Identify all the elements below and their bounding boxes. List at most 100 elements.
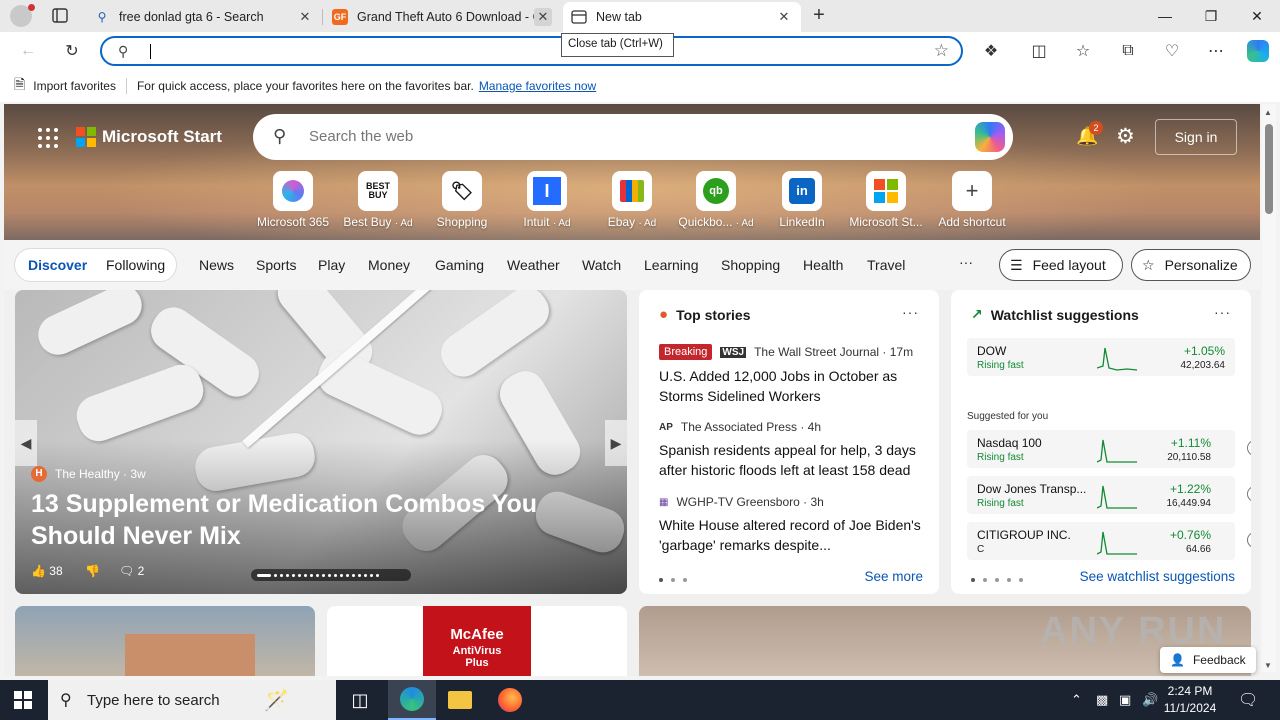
extensions-button[interactable]: ❖	[977, 37, 1005, 65]
featured-article-card[interactable]: ◀ ▶ H The Healthy · 3w 13 Supplement or …	[15, 290, 627, 594]
nav-shopping[interactable]: Shopping	[721, 257, 780, 273]
shortcut-intuit[interactable]: I Intuit · Ad	[505, 171, 589, 229]
personalize-button[interactable]: ☆ Personalize	[1131, 249, 1251, 281]
back-button[interactable]: ←	[14, 37, 42, 65]
add-to-watchlist-button[interactable]: +	[1247, 440, 1251, 456]
nav-weather[interactable]: Weather	[507, 257, 560, 273]
split-screen-button[interactable]: ◫	[1025, 37, 1053, 65]
nav-money[interactable]: Money	[368, 257, 410, 273]
nav-gaming[interactable]: Gaming	[435, 257, 484, 273]
favorite-star-icon[interactable]: ☆	[934, 41, 949, 61]
windows-start-icon[interactable]	[14, 691, 32, 709]
favorites-button[interactable]: ☆	[1069, 37, 1097, 65]
nav-watch[interactable]: Watch	[582, 257, 621, 273]
more-options-button[interactable]: ···	[902, 304, 919, 320]
sign-in-button[interactable]: Sign in	[1155, 119, 1237, 155]
carousel-prev-button[interactable]: ◀	[15, 420, 37, 466]
tab-search[interactable]: ⚲ free donlad gta 6 - Search ✕	[86, 2, 322, 32]
shortcut-ebay[interactable]: Ebay · Ad	[590, 171, 674, 229]
shortcut-microsoft-store[interactable]: Microsoft St...	[844, 171, 928, 229]
article-headline[interactable]: 13 Supplement or Medication Combos You S…	[31, 488, 611, 552]
file-explorer-icon[interactable]	[436, 680, 484, 720]
like-button[interactable]: 👍 38	[31, 564, 63, 578]
app-launcher-icon[interactable]	[38, 128, 58, 148]
more-options-button[interactable]: ···	[1214, 304, 1231, 320]
nav-travel[interactable]: Travel	[867, 257, 905, 273]
mcafee-ad-card[interactable]: McAfee AntiVirus Plus	[327, 606, 627, 676]
search-input[interactable]: Search the web	[309, 128, 413, 145]
add-shortcut-button[interactable]: + Add shortcut	[930, 171, 1014, 229]
scroll-up-icon[interactable]: ▲	[1264, 108, 1272, 117]
article-card-building[interactable]	[15, 606, 315, 676]
volume-icon[interactable]: 🔊	[1142, 692, 1158, 708]
story-headline[interactable]: U.S. Added 12,000 Jobs in October as Sto…	[659, 366, 924, 406]
nav-news[interactable]: News	[199, 257, 234, 273]
nav-learning[interactable]: Learning	[644, 257, 699, 273]
browser-essentials-button[interactable]: ♡	[1158, 37, 1186, 65]
scroll-thumb[interactable]	[1265, 124, 1273, 214]
pagination-dots[interactable]	[971, 578, 1023, 582]
comments-button[interactable]: 🗨 2	[119, 564, 144, 578]
nav-sports[interactable]: Sports	[256, 257, 296, 273]
firefox-icon[interactable]	[486, 680, 534, 720]
tab-actions-button[interactable]	[48, 6, 72, 26]
story-item[interactable]: ▦ WGHP-TV Greensboro · 3h White House al…	[659, 495, 924, 555]
collections-button[interactable]: ⧉	[1114, 37, 1142, 65]
copilot-icon[interactable]	[975, 122, 1005, 152]
tab-following[interactable]: Following	[106, 257, 165, 273]
add-to-watchlist-button[interactable]: +	[1247, 486, 1251, 502]
taskbar-search-box[interactable]: ⚲ Type here to search 🪄	[48, 680, 336, 720]
shortcut-best-buy[interactable]: BEST BUY Best Buy · Ad	[336, 171, 420, 229]
profile-avatar[interactable]	[10, 4, 35, 27]
stock-row[interactable]: Nasdaq 100 Rising fast +1.11% 20,110.58 …	[967, 430, 1251, 468]
nav-more-button[interactable]: ···	[959, 254, 973, 270]
close-window-button[interactable]: ✕	[1234, 0, 1280, 32]
device-icon[interactable]: ▩	[1096, 692, 1108, 708]
notification-center-icon[interactable]: 🗨	[1238, 690, 1258, 710]
close-tab-button[interactable]: ✕	[775, 8, 793, 26]
new-tab-button[interactable]: +	[808, 5, 830, 27]
tab-gta-download[interactable]: GF Grand Theft Auto 6 Download - G ✕	[324, 2, 560, 32]
close-tab-button[interactable]: ✕	[296, 8, 314, 26]
shortcut-linkedin[interactable]: in LinkedIn	[760, 171, 844, 229]
story-item[interactable]: AP The Associated Press · 4h Spanish res…	[659, 420, 924, 480]
import-favorites-button[interactable]: Import favorites	[33, 79, 116, 93]
refresh-button[interactable]: ↻	[58, 37, 86, 65]
close-tab-button[interactable]: ✕	[534, 8, 552, 26]
task-view-icon[interactable]: ◫	[336, 680, 384, 720]
shortcut-shopping[interactable]: 🏷 Shopping	[420, 171, 504, 229]
story-item[interactable]: Breaking WSJ The Wall Street Journal · 1…	[659, 344, 924, 406]
restore-button[interactable]: ❐	[1188, 0, 1234, 32]
feedback-button[interactable]: 👤 Feedback	[1160, 647, 1256, 673]
stock-row[interactable]: DOW Rising fast +1.05% 42,203.64	[967, 338, 1235, 376]
settings-menu-button[interactable]: ⋯	[1202, 37, 1230, 65]
see-watchlist-link[interactable]: See watchlist suggestions	[1080, 569, 1235, 584]
dislike-button[interactable]: 👎	[85, 564, 100, 578]
story-headline[interactable]: White House altered record of Joe Biden'…	[659, 515, 924, 555]
stock-row[interactable]: CITIGROUP INC. C +0.76% 64.66 +	[967, 522, 1251, 560]
tab-new-tab[interactable]: New tab ✕	[563, 2, 801, 32]
copilot-button[interactable]	[1244, 37, 1272, 65]
carousel-next-button[interactable]: ▶	[605, 420, 627, 466]
shortcut-microsoft-365[interactable]: Microsoft 365	[251, 171, 335, 229]
tab-discover[interactable]: Discover	[28, 257, 87, 273]
scroll-down-icon[interactable]: ▼	[1264, 661, 1272, 670]
system-clock[interactable]: 2:24 PM 11/1/2024	[1160, 683, 1220, 717]
web-search-box[interactable]: ⚲ Search the web	[253, 114, 1013, 160]
page-settings-icon[interactable]: ⚙	[1116, 124, 1135, 149]
nav-health[interactable]: Health	[803, 257, 843, 273]
feed-layout-button[interactable]: ☰ Feed layout	[999, 249, 1123, 281]
page-scrollbar[interactable]: ▲ ▼	[1262, 104, 1276, 672]
carousel-indicator[interactable]	[251, 569, 411, 581]
network-icon[interactable]: ▣	[1119, 692, 1131, 708]
stock-row[interactable]: Dow Jones Transp... Rising fast +1.22% 1…	[967, 476, 1251, 514]
address-bar[interactable]: ⚲ ☆	[100, 36, 963, 66]
pagination-dots[interactable]	[659, 578, 687, 582]
story-headline[interactable]: Spanish residents appeal for help, 3 day…	[659, 440, 924, 480]
add-to-watchlist-button[interactable]: +	[1247, 532, 1251, 548]
minimize-button[interactable]: —	[1142, 0, 1188, 32]
manage-favorites-link[interactable]: Manage favorites now	[479, 79, 596, 93]
tray-overflow-icon[interactable]: ⌃	[1071, 692, 1082, 708]
see-more-link[interactable]: See more	[864, 569, 923, 584]
edge-taskbar-icon[interactable]	[388, 680, 436, 720]
